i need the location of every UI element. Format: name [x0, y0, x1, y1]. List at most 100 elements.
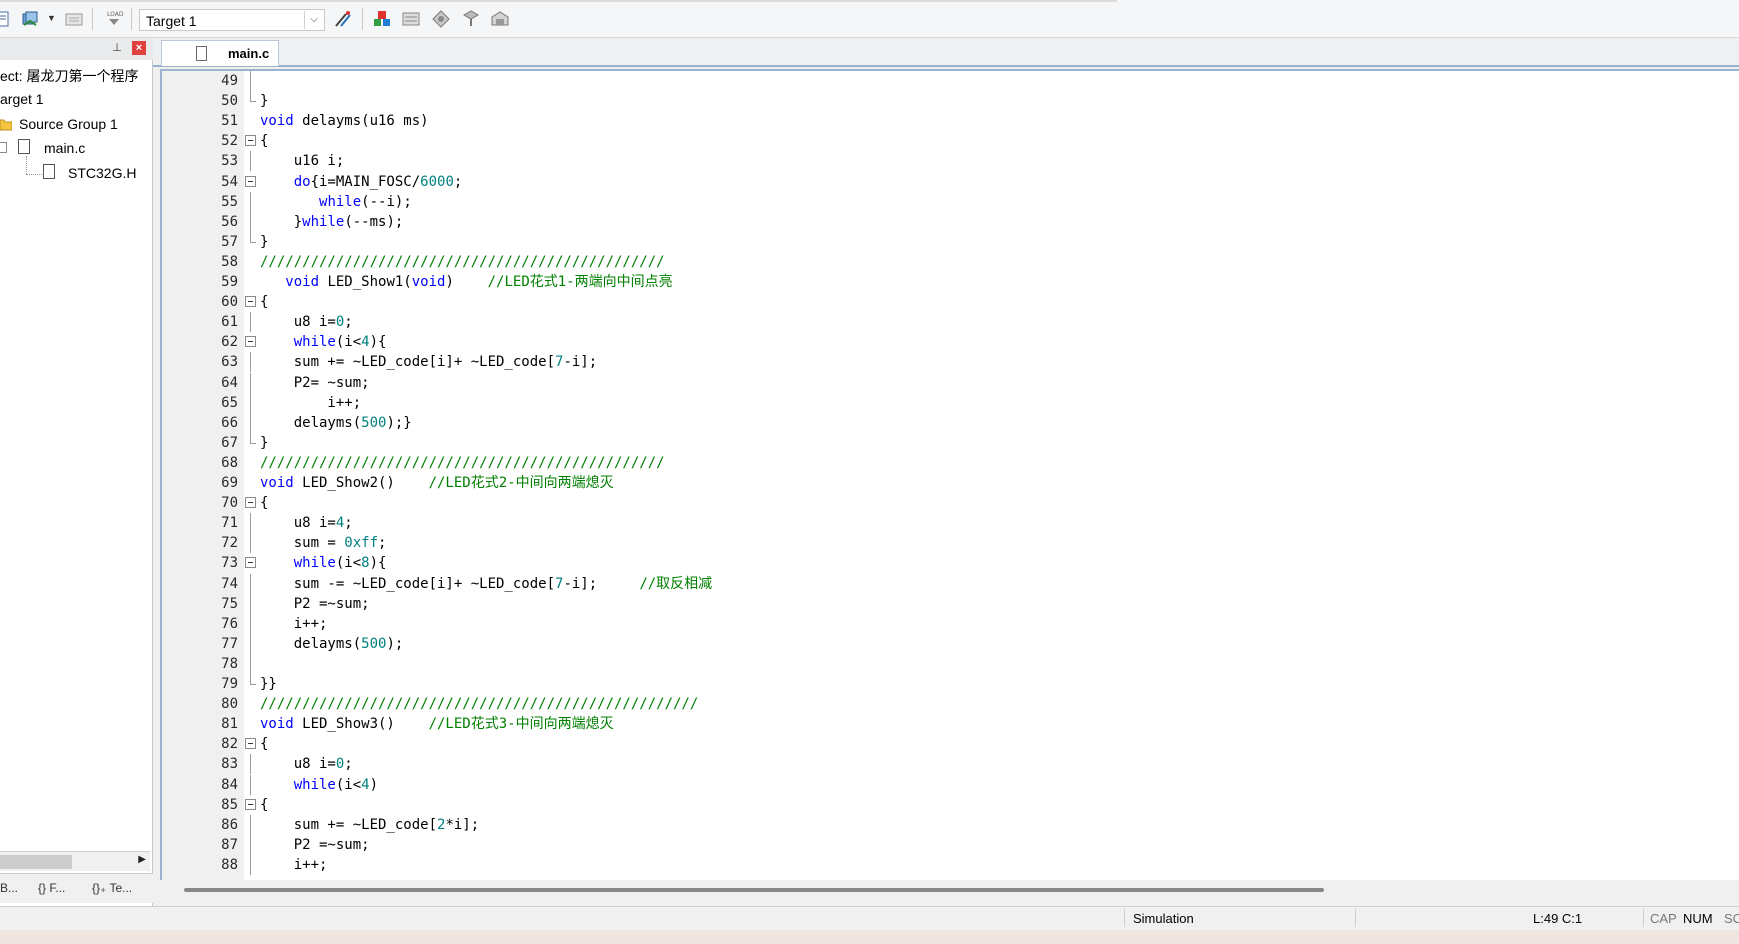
fold-guide	[250, 392, 251, 413]
code-line[interactable]: 57}	[162, 231, 1732, 252]
expand-collapse-icon[interactable]	[0, 142, 7, 153]
fold-toggle-icon[interactable]	[245, 296, 256, 308]
code-line[interactable]: 64 P2= ~sum;	[162, 372, 1732, 393]
code-line[interactable]: 55 while(--i);	[162, 191, 1732, 212]
code-line[interactable]: 72 sum = 0xff;	[162, 533, 1732, 554]
fold-guide	[250, 674, 251, 684]
fold-toggle-icon[interactable]	[245, 135, 256, 147]
tab-books[interactable]: B...	[0, 881, 18, 895]
fold-toggle-icon[interactable]	[245, 336, 256, 348]
fold-toggle-icon[interactable]	[245, 738, 256, 750]
pin-icon[interactable]: ⊥	[110, 41, 124, 55]
code-line[interactable]: 51 void delayms(u16 ms)	[162, 111, 1732, 131]
batch-build-icon[interactable]	[64, 9, 84, 29]
fold-guide	[250, 151, 251, 172]
code-line[interactable]: 79}}	[162, 674, 1732, 694]
select-packs-icon[interactable]	[431, 9, 451, 29]
code-line[interactable]: 69 void LED_Show2() //LED花式2-中间向两端熄灭	[162, 473, 1732, 493]
code-text: void LED_Show2() //LED花式2-中间向两端熄灭	[260, 475, 614, 491]
fold-guide	[250, 613, 251, 634]
code-line[interactable]: 61 u8 i=0;	[162, 312, 1732, 333]
build-icon[interactable]	[0, 9, 12, 29]
scrollbar-thumb[interactable]	[0, 855, 72, 869]
code-line[interactable]: 71 u8 i=4;	[162, 513, 1732, 534]
line-number: 67	[221, 434, 238, 451]
tree-item-project[interactable]: ect: 屠龙刀第一个程序	[0, 66, 138, 86]
fold-guide	[250, 854, 251, 875]
fold-guide	[250, 513, 251, 534]
line-number: 56	[221, 213, 238, 230]
code-text: }	[260, 434, 269, 451]
target-options-icon[interactable]	[333, 9, 353, 29]
load-icon[interactable]: LOAD	[104, 9, 124, 29]
fold-toggle-icon[interactable]	[245, 798, 256, 810]
code-line[interactable]: 58 //////////////////////////////////////…	[162, 252, 1732, 272]
tree-item-target[interactable]: arget 1	[0, 91, 44, 107]
code-line[interactable]: 74 sum -= ~LED_code[i]+ ~LED_code[7-i]; …	[162, 573, 1732, 594]
code-line[interactable]: 63 sum += ~LED_code[i]+ ~LED_code[7-i];	[162, 352, 1732, 373]
project-panel-scrollbar[interactable]: ▶	[0, 851, 150, 871]
code-line[interactable]: 82 {	[162, 734, 1732, 754]
code-line[interactable]: 70 {	[162, 493, 1732, 513]
editor-horizontal-scrollbar[interactable]	[160, 880, 1739, 906]
code-line[interactable]: 76 i++;	[162, 613, 1732, 634]
code-line[interactable]: 65 i++;	[162, 392, 1732, 413]
code-line[interactable]: 68 //////////////////////////////////////…	[162, 453, 1732, 473]
code-line[interactable]: 85 {	[162, 795, 1732, 815]
fold-toggle-icon[interactable]	[245, 175, 256, 187]
tab-functions[interactable]: {} F...	[38, 881, 65, 895]
scroll-right-icon[interactable]: ▶	[138, 854, 146, 865]
environment-icon[interactable]	[490, 9, 510, 29]
target-select[interactable]: Target 1 ⌵	[139, 9, 325, 31]
tab-main-c[interactable]: main.c	[161, 40, 279, 66]
fold-toggle-icon[interactable]	[245, 557, 256, 569]
code-text: {	[260, 495, 269, 512]
close-icon[interactable]: ×	[132, 41, 146, 55]
code-line[interactable]: 73 while(i<8){	[162, 553, 1732, 573]
rebuild-dropdown-arrow[interactable]: ▼	[47, 13, 56, 23]
code-line[interactable]: 66 delayms(500);}	[162, 412, 1732, 433]
code-line[interactable]: 54 do{i=MAIN_FOSC/6000;	[162, 172, 1732, 192]
code-line[interactable]: 50}	[162, 91, 1732, 111]
code-line[interactable]: 81 void LED_Show3() //LED花式3-中间向两端熄灭	[162, 714, 1732, 734]
code-line[interactable]: 62 while(i<4){	[162, 332, 1732, 352]
fold-guide	[250, 834, 251, 855]
tree-item-header-file[interactable]: STC32G.H	[68, 165, 136, 181]
code-line[interactable]: 60 {	[162, 292, 1732, 312]
chevron-down-icon[interactable]: ⌵	[304, 11, 323, 29]
code-line[interactable]: 67}	[162, 432, 1732, 453]
code-line[interactable]: 88 i++;	[162, 854, 1732, 875]
scrollbar-thumb[interactable]	[184, 888, 1324, 892]
code-line[interactable]: 49	[162, 71, 1732, 91]
code-line[interactable]: 75 P2 =~sum;	[162, 593, 1732, 614]
code-line[interactable]: 78	[162, 653, 1732, 674]
tab-templates[interactable]: {}₊ Te...	[92, 881, 132, 895]
code-line[interactable]: 83 u8 i=0;	[162, 754, 1732, 775]
code-line[interactable]: 77 delayms(500);	[162, 633, 1732, 654]
manage-books-icon[interactable]	[401, 9, 421, 29]
pack-installer-icon[interactable]	[461, 9, 481, 29]
code-line[interactable]: 52 {	[162, 131, 1732, 151]
code-line[interactable]: 87 P2 =~sum;	[162, 834, 1732, 855]
line-number: 69	[221, 475, 238, 491]
code-line[interactable]: 84 while(i<4)	[162, 774, 1732, 795]
code-editor[interactable]: 49 50} 51 void delayms(u16 ms) 52{53 u16 i; 5…	[160, 69, 1739, 880]
code-line[interactable]: 86 sum += ~LED_code[2*i];	[162, 814, 1732, 835]
code-line[interactable]: 53 u16 i;	[162, 151, 1732, 172]
project-panel-titlebar: ⊥ ×	[0, 38, 153, 60]
code-text: void LED_Show1(void) //LED花式1-两端向中间点亮	[285, 274, 673, 290]
manage-components-icon[interactable]	[372, 9, 392, 29]
line-number: 68	[221, 454, 238, 471]
code-line[interactable]: 56 }while(--ms);	[162, 211, 1732, 232]
line-number: 80	[221, 696, 238, 713]
tree-item-source-group[interactable]: Source Group 1	[19, 116, 118, 132]
tree-item-main-c[interactable]: main.c	[44, 140, 85, 156]
fold-toggle-icon[interactable]	[245, 497, 256, 509]
fold-guide	[250, 653, 251, 674]
main-toolbar: ▼ LOAD Target 1 ⌵	[0, 0, 1739, 38]
fold-guide	[250, 573, 251, 594]
code-line[interactable]: 59 void LED_Show1(void) //LED花式1-两端向中间点亮	[162, 272, 1732, 292]
code-line[interactable]: 80 //////////////////////////////////////…	[162, 694, 1732, 714]
rebuild-icon[interactable]	[20, 9, 40, 29]
code-text: void delayms(u16 ms)	[260, 113, 429, 130]
